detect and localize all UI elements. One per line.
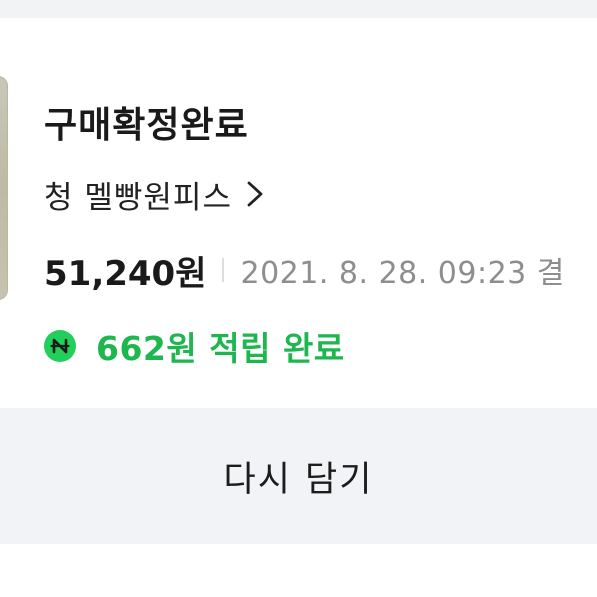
product-name: 청 멜빵원피스: [44, 179, 232, 216]
chevron-right-icon: [244, 181, 266, 207]
price-row: 51,240원 2021. 8. 28. 09:23 결: [44, 246, 565, 294]
product-thumbnail[interactable]: [0, 76, 8, 300]
divider: [222, 258, 225, 282]
bottom-area: [0, 544, 597, 597]
paid-date: 2021. 8. 28. 09:23 결: [240, 256, 565, 291]
add-to-cart-again-button[interactable]: 다시 담기: [0, 408, 597, 544]
price: 51,240원: [44, 253, 207, 294]
top-strip: [0, 0, 597, 18]
order-card[interactable]: 구매확정완료 청 멜빵원피스 51,240원 2021. 8. 28. 09:2…: [0, 18, 597, 408]
points-row: 662원 적립 완료: [44, 324, 345, 368]
order-status: 구매확정완료: [44, 105, 249, 146]
naver-pay-icon: [44, 330, 76, 362]
product-link[interactable]: 청 멜빵원피스: [44, 174, 266, 216]
points-text: 662원 적립 완료: [96, 329, 345, 368]
